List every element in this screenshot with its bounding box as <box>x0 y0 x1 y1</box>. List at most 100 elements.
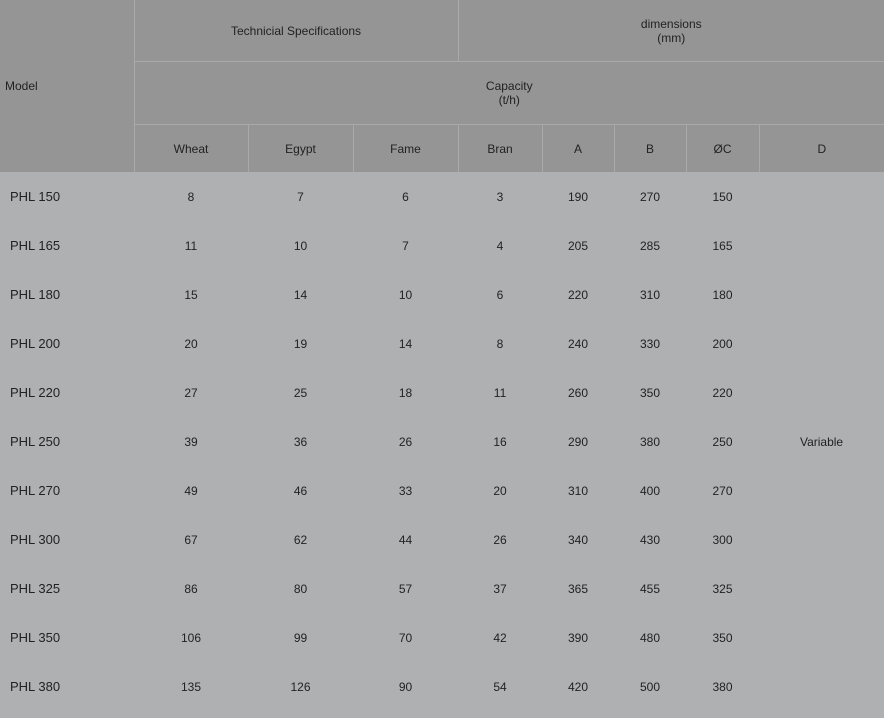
table-row: PHL 300 67 62 44 26 340 430 300 <box>0 515 884 564</box>
cell-b: 455 <box>614 564 687 613</box>
cell-wheat: 106 <box>134 613 248 662</box>
cell-b: 350 <box>614 368 687 417</box>
cell-c: 165 <box>686 221 760 270</box>
cell-model: PHL 380 <box>0 662 134 711</box>
cell-wheat: 49 <box>134 466 248 515</box>
cell-egypt: 80 <box>248 564 353 613</box>
cell-wheat: 67 <box>134 515 248 564</box>
table-row: PHL 150 8 7 6 3 190 270 150 Variable <box>0 172 884 711</box>
dimensions-header: dimensions (mm) <box>457 0 884 62</box>
cell-model: PHL 350 <box>0 613 134 662</box>
cell-a: 310 <box>542 466 615 515</box>
cell-wheat: 27 <box>134 368 248 417</box>
cell-c: 380 <box>686 662 760 711</box>
cell-b: 270 <box>614 172 687 221</box>
cell-bran: 11 <box>458 368 543 417</box>
cell-egypt: 46 <box>248 466 353 515</box>
cell-wheat: 8 <box>134 172 248 221</box>
spec-table: Model Technicial Specifications dimensio… <box>0 0 884 711</box>
cell-egypt: 19 <box>248 319 353 368</box>
cell-egypt: 36 <box>248 417 353 466</box>
cell-bran: 4 <box>458 221 543 270</box>
cell-b: 310 <box>614 270 687 319</box>
table-header: Model Technicial Specifications dimensio… <box>0 0 884 172</box>
cell-bran: 54 <box>458 662 543 711</box>
cell-egypt: 7 <box>248 172 353 221</box>
cell-fame: 10 <box>353 270 459 319</box>
cell-model: PHL 220 <box>0 368 134 417</box>
cell-a: 220 <box>542 270 615 319</box>
table-row: PHL 380 135 126 90 54 420 500 380 <box>0 662 884 711</box>
capacity-header: Capacity (t/h) <box>133 61 884 125</box>
column-header-c: ØC <box>685 124 760 172</box>
cell-egypt: 62 <box>248 515 353 564</box>
cell-wheat: 11 <box>134 221 248 270</box>
cell-c: 270 <box>686 466 760 515</box>
cell-bran: 42 <box>458 613 543 662</box>
column-header-fame: Fame <box>352 124 459 172</box>
cell-fame: 18 <box>353 368 459 417</box>
cell-d-variable: Variable <box>759 172 884 711</box>
cell-fame: 70 <box>353 613 459 662</box>
cell-a: 365 <box>542 564 615 613</box>
cell-b: 400 <box>614 466 687 515</box>
cell-egypt: 126 <box>248 662 353 711</box>
dimensions-label: dimensions <box>640 16 702 31</box>
cell-bran: 16 <box>458 417 543 466</box>
cell-c: 150 <box>686 172 760 221</box>
cell-model: PHL 200 <box>0 319 134 368</box>
column-header-a: A <box>541 124 615 172</box>
table-row: PHL 200 20 19 14 8 240 330 200 <box>0 319 884 368</box>
cell-bran: 8 <box>458 319 543 368</box>
cell-model: PHL 150 <box>0 172 134 221</box>
cell-bran: 37 <box>458 564 543 613</box>
table-row: PHL 180 15 14 10 6 220 310 180 <box>0 270 884 319</box>
cell-b: 480 <box>614 613 687 662</box>
cell-fame: 57 <box>353 564 459 613</box>
model-header: Model <box>0 0 134 172</box>
cell-a: 205 <box>542 221 615 270</box>
column-header-egypt: Egypt <box>247 124 353 172</box>
cell-a: 190 <box>542 172 615 221</box>
cell-model: PHL 250 <box>0 417 134 466</box>
cell-a: 260 <box>542 368 615 417</box>
cell-c: 250 <box>686 417 760 466</box>
cell-wheat: 135 <box>134 662 248 711</box>
cell-fame: 44 <box>353 515 459 564</box>
cell-a: 420 <box>542 662 615 711</box>
cell-model: PHL 165 <box>0 221 134 270</box>
table-body: PHL 150 8 7 6 3 190 270 150 Variable PHL 165 11 10 7… <box>0 172 884 711</box>
cell-egypt: 14 <box>248 270 353 319</box>
cell-egypt: 25 <box>248 368 353 417</box>
cell-wheat: 15 <box>134 270 248 319</box>
column-header-d: D <box>758 124 884 172</box>
table-row: PHL 250 39 36 26 16 290 380 250 <box>0 417 884 466</box>
cell-fame: 26 <box>353 417 459 466</box>
cell-egypt: 10 <box>248 221 353 270</box>
column-header-b: B <box>613 124 687 172</box>
cell-bran: 26 <box>458 515 543 564</box>
cell-b: 500 <box>614 662 687 711</box>
table-row: PHL 350 106 99 70 42 390 480 350 <box>0 613 884 662</box>
table-row: PHL 325 86 80 57 37 365 455 325 <box>0 564 884 613</box>
capacity-label: Capacity <box>485 79 533 93</box>
cell-bran: 20 <box>458 466 543 515</box>
cell-fame: 7 <box>353 221 459 270</box>
cell-b: 285 <box>614 221 687 270</box>
cell-bran: 6 <box>458 270 543 319</box>
cell-a: 340 <box>542 515 615 564</box>
table-row: PHL 165 11 10 7 4 205 285 165 <box>0 221 884 270</box>
cell-model: PHL 270 <box>0 466 134 515</box>
cell-a: 390 <box>542 613 615 662</box>
column-header-wheat: Wheat <box>133 124 248 172</box>
cell-c: 350 <box>686 613 760 662</box>
table-row: PHL 270 49 46 33 20 310 400 270 <box>0 466 884 515</box>
dimensions-unit: (mm) <box>657 30 686 45</box>
cell-c: 220 <box>686 368 760 417</box>
cell-c: 325 <box>686 564 760 613</box>
cell-fame: 33 <box>353 466 459 515</box>
cell-b: 430 <box>614 515 687 564</box>
cell-b: 330 <box>614 319 687 368</box>
table-row: PHL 220 27 25 18 11 260 350 220 <box>0 368 884 417</box>
cell-fame: 6 <box>353 172 459 221</box>
